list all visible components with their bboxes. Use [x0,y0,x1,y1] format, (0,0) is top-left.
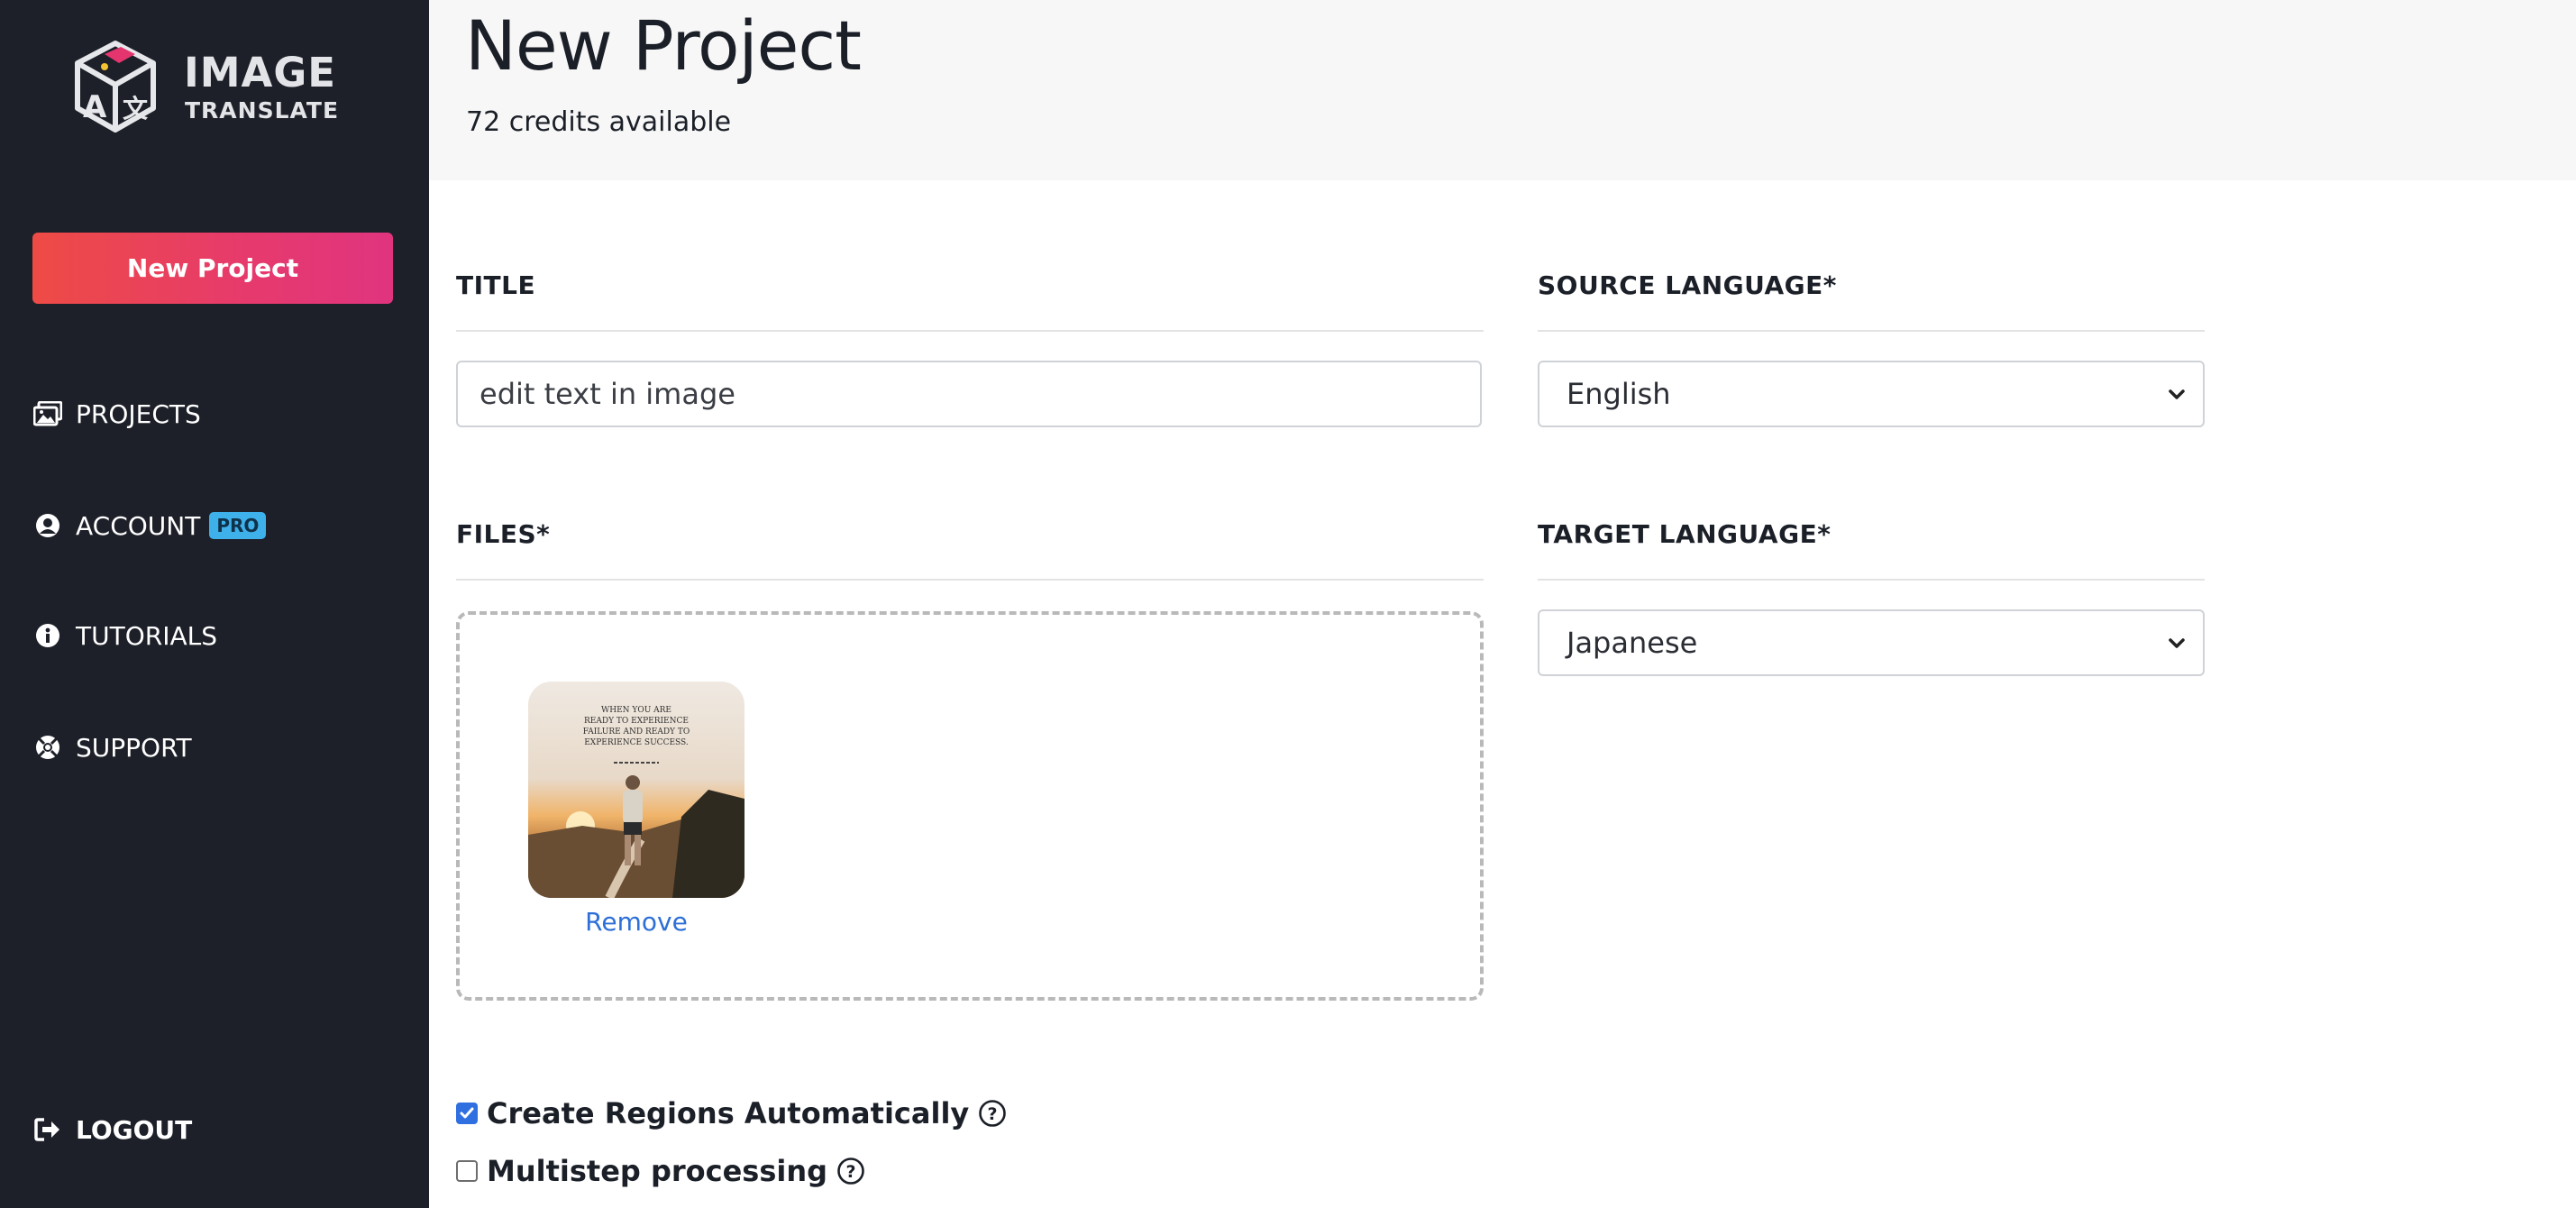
sidebar-item-tutorials[interactable]: TUTORIALS [32,613,217,658]
svg-text:文: 文 [123,94,148,124]
multistep-checkbox[interactable] [456,1160,478,1182]
app-logo[interactable]: A 文 IMAGE TRANSLATE [69,40,357,139]
new-project-button[interactable]: New Project [32,233,393,304]
source-language-select[interactable]: English [1538,361,2205,427]
thumbnail-text-line: WHEN YOU ARE [601,706,671,715]
pro-badge: PRO [209,512,267,539]
title-label: TITLE [456,270,536,300]
svg-text:?: ? [988,1104,998,1124]
sidebar-item-projects[interactable]: PROJECTS [32,391,201,436]
thumbnail-text-line: READY TO EXPERIENCE [584,717,689,726]
files-label: FILES* [456,519,551,549]
divider [1538,579,2205,581]
sidebar: A 文 IMAGE TRANSLATE New Project PROJECTS… [0,0,429,1208]
sidebar-item-label: PROJECTS [76,398,201,429]
page-title: New Project [465,5,862,86]
sidebar-item-support[interactable]: SUPPORT [32,725,192,770]
images-icon [32,398,63,429]
create-regions-label[interactable]: Create Regions Automatically [487,1096,969,1130]
divider [456,579,1484,581]
checkmark-icon [460,1107,474,1119]
sidebar-item-label: TUTORIALS [76,620,217,651]
sidebar-item-label: ACCOUNT [76,510,201,541]
create-regions-option: Create Regions Automatically ? [456,1096,1007,1130]
logout-button[interactable]: LOGOUT [32,1107,192,1152]
info-circle-icon [32,620,63,651]
credits-available: 72 credits available [466,106,732,138]
sign-out-icon [32,1114,63,1145]
life-ring-icon [32,732,63,763]
remove-file-link[interactable]: Remove [528,907,744,937]
page-header: New Project 72 credits available [429,0,2576,180]
target-language-value: Japanese [1567,626,1698,660]
user-circle-icon [32,510,63,541]
cube-logo-icon: A 文 [75,41,156,133]
logout-label: LOGOUT [76,1114,193,1145]
help-icon[interactable]: ? [978,1099,1007,1128]
target-language-select[interactable]: Japanese [1538,609,2205,676]
logo-text-image: IMAGE [184,49,337,96]
title-input[interactable] [456,361,1482,427]
thumbnail-text-line: FAILURE AND READY TO [583,728,690,737]
source-language-label: SOURCE LANGUAGE* [1538,270,1837,300]
uploaded-image-thumbnail: WHEN YOU ARE READY TO EXPERIENCE FAILURE… [528,682,744,898]
create-regions-checkbox[interactable] [456,1103,478,1124]
multistep-label[interactable]: Multistep processing [487,1154,827,1188]
thumbnail-text-line: EXPERIENCE SUCCESS. [584,738,689,747]
sidebar-item-account[interactable]: ACCOUNT PRO [32,503,267,548]
divider [1538,330,2205,332]
divider [456,330,1484,332]
svg-text:A: A [83,89,107,125]
logo-text-translate: TRANSLATE [185,97,340,124]
chevron-down-icon [2169,389,2185,399]
sidebar-item-label: SUPPORT [76,732,192,763]
chevron-down-icon [2169,638,2185,648]
help-icon[interactable]: ? [836,1157,865,1185]
source-language-value: English [1567,377,1671,411]
svg-text:?: ? [846,1162,856,1182]
target-language-label: TARGET LANGUAGE* [1538,519,1832,549]
multistep-option: Multistep processing ? [456,1154,865,1188]
file-dropzone[interactable]: WHEN YOU ARE READY TO EXPERIENCE FAILURE… [456,611,1484,1001]
